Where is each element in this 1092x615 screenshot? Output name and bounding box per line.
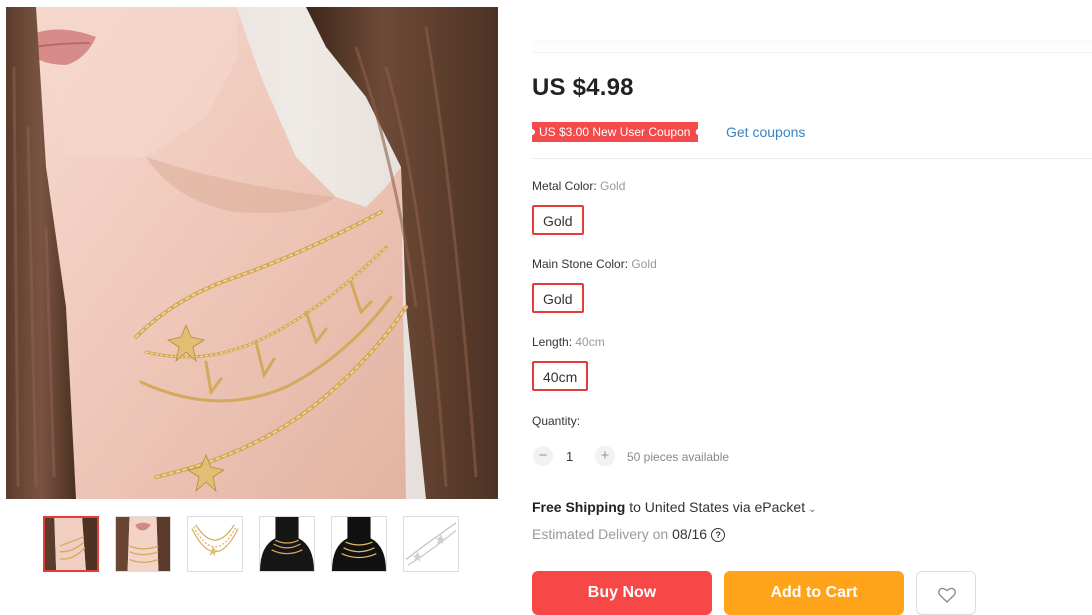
necklace-on-white-thumbnail (188, 517, 242, 571)
title-fade (532, 40, 1092, 52)
add-to-cart-button[interactable]: Add to Cart (724, 571, 904, 615)
get-coupons-link[interactable]: Get coupons (726, 122, 805, 142)
top-divider (532, 52, 1092, 53)
main-stone-color-option-gold[interactable]: Gold (532, 283, 584, 313)
heart-icon (938, 587, 956, 603)
free-shipping-label: Free Shipping (532, 499, 626, 515)
thumbnail-4[interactable] (259, 516, 315, 572)
delivery-date: 08/16 (672, 526, 708, 542)
price-divider (532, 158, 1092, 159)
help-icon[interactable]: ? (711, 528, 726, 542)
thumbnail-6[interactable] (403, 516, 459, 572)
chevron-down-icon[interactable]: ⌄ (808, 504, 816, 515)
necklace-photo (6, 7, 498, 499)
model-photo-thumbnail (45, 518, 97, 570)
pieces-available-text: 50 pieces available (627, 450, 730, 464)
wishlist-button[interactable] (916, 571, 976, 615)
quantity-label: Quantity: (532, 414, 581, 428)
thumbnail-strip (43, 516, 463, 576)
new-user-coupon-badge[interactable]: US $3.00 New User Coupon (532, 122, 699, 142)
shipping-info[interactable]: Free Shipping to United States via ePack… (532, 499, 817, 515)
metal-color-name: Metal Color: (532, 179, 601, 193)
necklace-on-black-bust-thumbnail (332, 517, 386, 571)
buy-now-button[interactable]: Buy Now (532, 571, 712, 615)
necklace-detail-thumbnail (404, 517, 458, 571)
main-stone-color-value: Gold (631, 257, 657, 271)
length-option-40cm[interactable]: 40cm (532, 361, 589, 391)
quantity-decrease-button[interactable]: − (533, 446, 553, 466)
main-product-image[interactable] (6, 7, 498, 499)
length-value: 40cm (575, 335, 605, 349)
shipping-destination: to United States via ePacket (625, 499, 806, 515)
estimated-delivery: Estimated Delivery on 08/16? (532, 526, 726, 542)
product-price: US $4.98 (532, 74, 634, 101)
thumbnail-2[interactable] (115, 516, 171, 572)
quantity-value[interactable]: 1 (566, 449, 573, 464)
length-name: Length: (532, 335, 576, 349)
main-stone-color-name: Main Stone Color: (532, 257, 632, 271)
main-stone-color-label: Main Stone Color: Gold (532, 257, 657, 271)
metal-color-value: Gold (600, 179, 626, 193)
model-photo-thumbnail (116, 517, 170, 571)
thumbnail-5[interactable] (331, 516, 387, 572)
delivery-prefix: Estimated Delivery on (532, 526, 673, 542)
metal-color-option-gold[interactable]: Gold (532, 205, 584, 235)
thumbnail-3[interactable] (187, 516, 243, 572)
thumbnail-1[interactable] (43, 516, 99, 572)
metal-color-label: Metal Color: Gold (532, 179, 625, 193)
necklace-on-black-bust-thumbnail (260, 517, 314, 571)
quantity-increase-button[interactable]: + (595, 446, 615, 466)
length-label: Length: 40cm (532, 335, 605, 349)
